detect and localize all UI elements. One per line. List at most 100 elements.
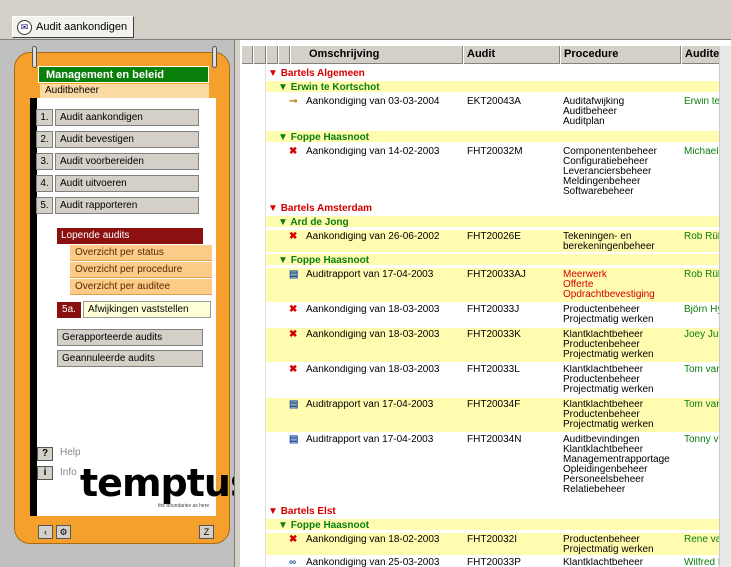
key-icon: ⊸ (289, 96, 298, 107)
step-execute[interactable]: 4. Audit uitvoeren (36, 174, 199, 192)
table-row[interactable]: ✖ Aankondiging van 18-02-2003 FHT20032I … (266, 533, 731, 555)
overview-by-procedure[interactable]: Overzicht per procedure (70, 262, 212, 278)
cell-audit: FHT20034F (467, 400, 521, 410)
cell-audit: FHT20033P (467, 558, 521, 567)
group-name: Bartels Amsterdam (280, 203, 373, 214)
cell-description: Aankondiging van 18-03-2003 (306, 305, 440, 315)
table-row[interactable]: ✖ Aankondiging van 18-03-2003 FHT20033L … (266, 363, 731, 397)
splitter[interactable] (234, 40, 241, 567)
subgroup-row[interactable]: ▼ Foppe Haasnoot (266, 131, 731, 143)
subgroup-row[interactable]: ▼ Foppe Haasnoot (266, 519, 731, 531)
step-number: 3. (36, 152, 53, 170)
zoom-icon[interactable]: Z (199, 525, 214, 539)
ongoing-audits-tab[interactable]: Lopende audits (57, 228, 203, 244)
cell-description: Auditrapport van 17-04-2003 (306, 435, 434, 445)
group-row[interactable]: ▼ Bartels Elst (266, 505, 731, 517)
subgroup-row[interactable]: ▼ Erwin te Kortschot (266, 81, 731, 93)
step-number: 5. (36, 196, 53, 214)
deviation-step-number[interactable]: 5a. (57, 302, 81, 318)
cell-audit: FHT20026E (467, 232, 521, 242)
step-number: 1. (36, 108, 53, 126)
cross-icon: ✖ (289, 231, 298, 242)
step-confirm[interactable]: 2. Audit bevestigen (36, 130, 199, 148)
subgroup-name: Ard de Jong (290, 217, 349, 228)
cell-procedure: Tekeningen- en berekeningenbeheer (563, 232, 655, 252)
cell-procedure: Auditbevindingen Klantklachtbeheer Managem… (563, 435, 670, 495)
cell-audit: FHT20033K (467, 330, 521, 340)
cell-description: Aankondiging van 25-03-2003 (306, 558, 440, 567)
step-prepare[interactable]: 3. Audit voorbereiden (36, 152, 199, 170)
cell-audit: FHT20032I (467, 535, 518, 545)
help-icon[interactable]: ? (37, 447, 53, 461)
table-row[interactable]: ▤ Auditrapport van 17-04-2003 FHT20034F … (266, 398, 731, 432)
subgroup-row[interactable]: ▼ Foppe Haasnoot (266, 254, 731, 266)
cancelled-audits-button[interactable]: Geannuleerde audits (57, 350, 203, 367)
report-icon: ▤ (289, 399, 299, 410)
cell-description: Aankondiging van 03-03-2004 (306, 97, 440, 107)
row-gutter (241, 65, 266, 567)
logo-tagline: the boundaries as here (158, 503, 210, 509)
table-row[interactable]: ✖ Aankondiging van 18-03-2003 FHT20033K … (266, 328, 731, 362)
cell-procedure: Klantklachtbeheer (563, 558, 644, 567)
column-procedure[interactable]: Procedure (560, 46, 681, 64)
toolbar: ✉ Audit aankondigen (0, 0, 731, 40)
cell-procedure: Klantklachtbeheer Productenbeheer Projectm… (563, 330, 654, 360)
cell-procedure: Componentenbeheer Configuratiebeheer Lever… (563, 147, 657, 197)
reported-audits-button[interactable]: Gerapporteerde audits (57, 329, 203, 346)
cell-description: Aankondiging van 14-02-2003 (306, 147, 440, 157)
table-row[interactable]: ⊸ Aankondiging van 03-03-2004 EKT20043A … (266, 95, 731, 129)
header-blank (266, 46, 278, 64)
cross-icon: ✖ (289, 534, 298, 545)
cell-procedure: Klantklachtbeheer Productenbeheer Projectm… (563, 400, 654, 430)
cell-description: Aankondiging van 18-02-2003 (306, 535, 440, 545)
report-icon: ▤ (289, 269, 299, 280)
info-icon[interactable]: i (37, 466, 53, 480)
overview-by-status[interactable]: Overzicht per status (70, 245, 212, 261)
step-report[interactable]: 5. Audit rapporteren (36, 196, 199, 214)
vertical-scrollbar[interactable] (719, 46, 731, 567)
cross-icon: ✖ (289, 304, 298, 315)
binder-ring-icon (212, 46, 217, 68)
cell-audit: FHT20033J (467, 305, 520, 315)
back-icon[interactable]: ‹ (38, 525, 53, 539)
table-row[interactable]: ✖ Aankondiging van 26-06-2002 FHT20026E … (266, 230, 731, 252)
subgroup-name: Foppe Haasnoot (290, 520, 370, 531)
group-row[interactable]: ▼ Bartels Amsterdam (266, 202, 731, 214)
step-label: Audit voorbereiden (55, 152, 199, 170)
header-blank (253, 46, 266, 64)
tools-icon[interactable]: ⚙ (56, 525, 71, 539)
cross-icon: ✖ (289, 329, 298, 340)
help-label: Help (60, 447, 81, 458)
cross-icon: ✖ (289, 364, 298, 375)
cell-procedure: Productenbeheer Projectmatig werken (563, 535, 654, 555)
announce-audit-button[interactable]: ✉ Audit aankondigen (12, 16, 135, 38)
cell-description: Aankondiging van 18-03-2003 (306, 330, 440, 340)
column-audit[interactable]: Audit (463, 46, 560, 64)
column-omschrijving[interactable]: Omschrijving (290, 46, 463, 64)
deviation-step-button[interactable]: Afwijkingen vaststellen (83, 301, 211, 318)
table-row[interactable]: ▤ Auditrapport van 17-04-2003 FHT20033AJ… (266, 268, 731, 302)
group-row[interactable]: ▼ Bartels Algemeen (266, 67, 731, 79)
step-label: Audit rapporteren (55, 196, 199, 214)
table-row[interactable]: ✖ Aankondiging van 18-03-2003 FHT20033J … (266, 303, 731, 327)
cell-audit: FHT20034N (467, 435, 522, 445)
cell-audit: FHT20033AJ (467, 270, 526, 280)
cell-description: Aankondiging van 26-06-2002 (306, 232, 440, 242)
cell-description: Aankondiging van 18-03-2003 (306, 365, 440, 375)
group-name: Bartels Algemeen (280, 68, 365, 79)
table-row[interactable]: ✖ Aankondiging van 14-02-2003 FHT20032M … (266, 145, 731, 199)
table-row[interactable]: ∞ Aankondiging van 25-03-2003 FHT20033P … (266, 556, 731, 567)
overview-by-auditee[interactable]: Overzicht per auditee (70, 279, 212, 295)
subgroup-name: Erwin te Kortschot (290, 82, 380, 93)
temptus-logo: temptus (80, 461, 253, 505)
header-blank (241, 46, 253, 64)
binder-ring-icon (32, 46, 37, 68)
announce-audit-label: Audit aankondigen (36, 21, 128, 33)
info-label: Info (60, 467, 77, 478)
subgroup-row[interactable]: ▼ Ard de Jong (266, 216, 731, 228)
table-row[interactable]: ▤ Auditrapport van 17-04-2003 FHT20034N … (266, 433, 731, 503)
step-announce[interactable]: 1. Audit aankondigen (36, 108, 199, 126)
panel-subheader: Auditbeheer (40, 84, 209, 98)
step-label: Audit aankondigen (55, 108, 199, 126)
cell-procedure: Productenbeheer Projectmatig werken (563, 305, 654, 325)
